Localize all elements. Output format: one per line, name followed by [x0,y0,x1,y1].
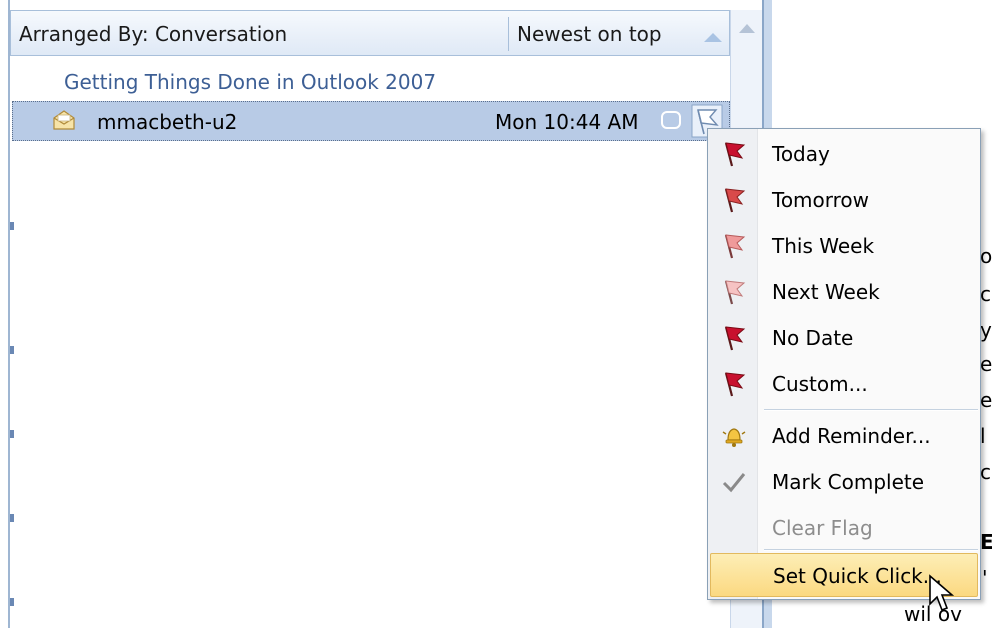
menu-item-label: Add Reminder... [772,424,931,448]
mouse-pointer-icon [929,574,955,612]
pane-edge-mark [10,222,14,230]
list-header: Arranged By: Conversation Newest on top [10,10,730,56]
menu-item-clear-flag: Clear Flag [708,505,980,549]
reading-pane-text: E [980,530,992,554]
menu-item-label: Clear Flag [772,516,873,540]
sort-arrow-icon[interactable] [704,33,722,42]
menu-item-label: Tomorrow [772,188,870,212]
menu-item-label: Custom... [772,372,868,396]
flag-pink-icon [724,280,746,305]
menu-item-add-reminder[interactable]: Add Reminder... [708,413,980,457]
header-divider [508,17,509,51]
menu-item-label: Mark Complete [772,470,925,494]
reading-pane-text: e [980,388,992,412]
menu-item-next-week[interactable]: Next Week [708,269,980,313]
menu-item-label: Today [772,142,830,166]
message-list-pane: Arranged By: Conversation Newest on top … [0,0,772,628]
pane-edge-mark [10,430,14,438]
flag-red-icon [724,142,746,167]
conversation-group-title[interactable]: Getting Things Done in Outlook 2007 [64,70,436,94]
menu-separator [764,409,978,411]
pane-edge-mark [10,514,14,522]
menu-item-label: Next Week [772,280,880,304]
menu-item-no-date[interactable]: No Date [708,315,980,359]
flag-red-icon [724,188,746,213]
flag-context-menu: Today Tomorrow This Week Next Week No Da… [707,128,981,600]
menu-item-label: Set Quick Click... [773,564,942,588]
menu-item-mark-complete[interactable]: Mark Complete [708,459,980,503]
checkmark-icon [722,473,746,493]
menu-item-today[interactable]: Today [708,131,980,175]
reading-pane-text: c [980,460,991,484]
pane-left-border [0,0,10,628]
arranged-by-header[interactable]: Arranged By: Conversation [19,22,287,46]
menu-item-this-week[interactable]: This Week [708,223,980,267]
message-date: Mon 10:44 AM [495,110,639,134]
flag-red-icon [724,326,746,351]
reading-pane-text: ' [982,566,988,590]
reading-pane-text: c [980,282,991,306]
flag-pink-icon [724,234,746,259]
pane-edge-mark [10,346,14,354]
message-row[interactable]: mmacbeth-u2 Mon 10:44 AM [12,101,730,141]
sort-order-header[interactable]: Newest on top [517,22,662,46]
scroll-up-icon[interactable] [739,24,755,33]
reading-pane-text: y [980,318,992,342]
menu-item-label: No Date [772,326,854,350]
menu-item-custom[interactable]: Custom... [708,361,980,405]
bell-icon [722,428,746,447]
open-envelope-icon [53,110,75,130]
message-sender: mmacbeth-u2 [97,110,238,134]
reading-pane-text: o [980,244,992,268]
menu-item-tomorrow[interactable]: Tomorrow [708,177,980,221]
menu-item-label: This Week [772,234,875,258]
reading-pane-text: e [980,352,992,376]
category-box-icon[interactable] [661,111,681,129]
menu-separator [764,549,978,551]
pane-edge-mark [10,598,14,606]
flag-red-icon [724,372,746,397]
